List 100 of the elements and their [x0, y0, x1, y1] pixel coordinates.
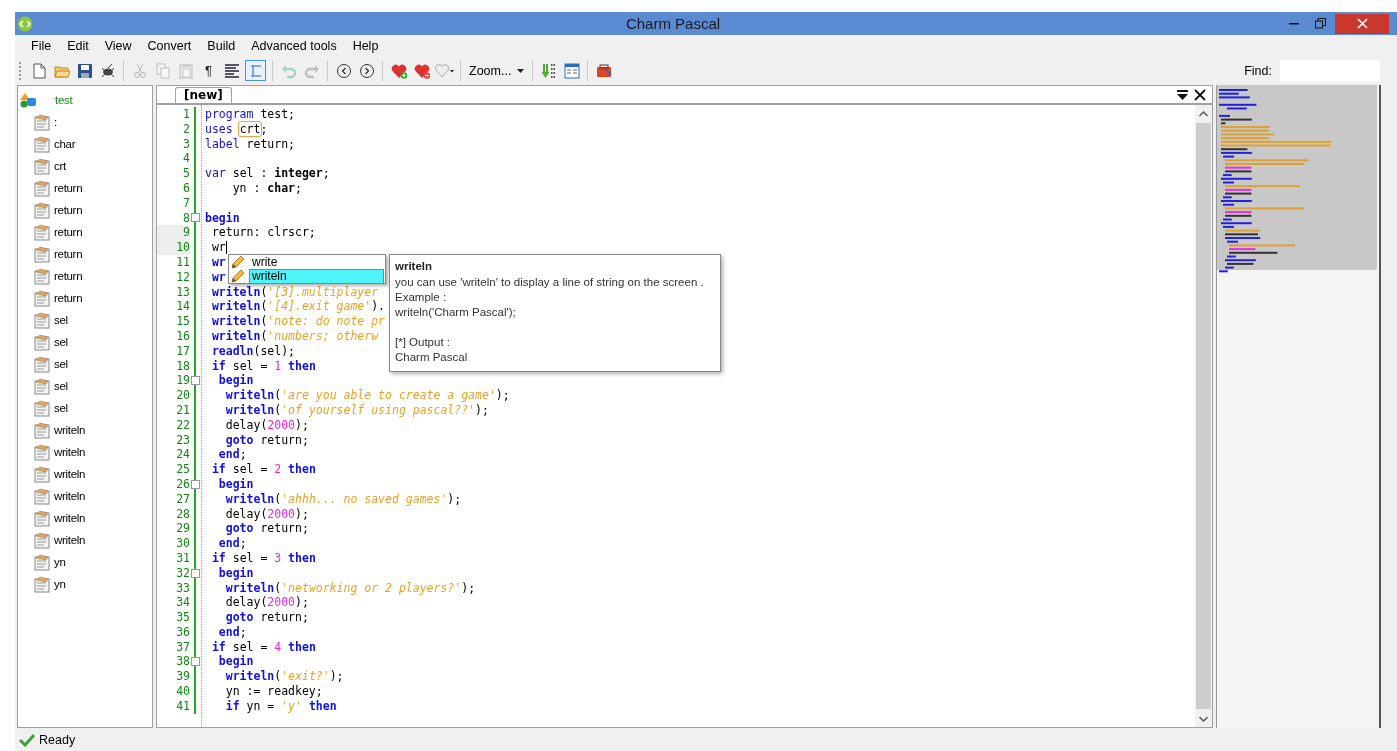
scissors-icon — [131, 62, 148, 79]
line-number: 24 — [175, 447, 190, 463]
menu-item[interactable]: Edit — [59, 37, 97, 55]
outline-item[interactable]: crt — [54, 160, 66, 172]
code-line: goto return; — [224, 521, 309, 537]
line-number: 6 — [182, 181, 190, 196]
code-line: end; — [217, 536, 247, 551]
fold-toggle-icon[interactable] — [191, 213, 200, 223]
outline-item[interactable]: return — [54, 248, 83, 260]
autocomplete-item[interactable]: write — [230, 255, 384, 269]
code-line: writeln('note: do note pr — [210, 314, 386, 329]
fold-toggle-icon[interactable] — [191, 479, 200, 489]
line-number: 9 — [157, 225, 190, 241]
line-number: 17 — [175, 343, 190, 359]
menu-item[interactable]: Build — [199, 37, 244, 55]
line-number: 41 — [175, 698, 190, 714]
code-line: wr — [210, 240, 227, 255]
code-line: writeln('exit?'); — [224, 669, 344, 685]
outline-item[interactable]: sel — [54, 358, 68, 370]
line-number: 13 — [175, 284, 190, 300]
code-line: goto return; — [224, 432, 309, 448]
fold-toggle-icon[interactable] — [191, 376, 200, 386]
code-line: end; — [217, 447, 247, 463]
menu-item[interactable]: File — [23, 37, 60, 55]
line-number: 25 — [175, 462, 190, 477]
window-icon — [563, 62, 580, 79]
tab-list-icon — [1177, 89, 1188, 100]
heart-minus-icon — [413, 62, 430, 79]
scrollbar[interactable] — [1195, 105, 1212, 727]
outline-item[interactable]: : — [54, 116, 57, 128]
outline-item[interactable]: writeln — [54, 424, 86, 436]
outline-item[interactable]: return — [54, 182, 83, 194]
align-lines-icon — [223, 62, 240, 79]
line-number: 26 — [175, 476, 190, 492]
tooltip-text: Charm Pascal — [395, 350, 469, 365]
line-number: 16 — [175, 328, 190, 344]
heart-icon — [434, 62, 455, 79]
line-number: 29 — [175, 521, 190, 537]
outline-item[interactable]: sel — [54, 402, 68, 414]
notepad-icon — [34, 377, 50, 395]
menu-item[interactable]: View — [96, 37, 140, 55]
menu-item[interactable]: Advanced tools — [243, 37, 345, 55]
code-line: delay(2000); — [224, 417, 309, 433]
zoom-dropdown[interactable]: Zoom... — [465, 59, 529, 82]
notepad-icon — [34, 267, 50, 285]
outline-item[interactable]: sel — [54, 336, 68, 348]
notepad-icon — [34, 201, 50, 219]
editor-tab[interactable]: [new] — [175, 87, 232, 103]
notepad-icon — [34, 575, 50, 593]
notepad-icon — [34, 223, 50, 241]
menu-item[interactable]: Help — [344, 37, 387, 55]
outline-item[interactable]: yn — [54, 578, 66, 590]
outline-item[interactable]: return — [54, 270, 83, 282]
new-file-icon — [30, 62, 47, 79]
outline-item[interactable]: return — [54, 292, 83, 304]
menu-item[interactable]: Convert — [139, 37, 200, 55]
outline-item[interactable]: sel — [54, 380, 68, 392]
line-number: 39 — [175, 669, 190, 685]
notepad-icon — [34, 399, 50, 417]
outline-item[interactable]: writeln — [54, 512, 86, 524]
outline-item[interactable]: writeln — [54, 534, 86, 546]
close-icon — [1194, 88, 1206, 101]
back-icon — [335, 62, 352, 79]
code-line: program test; — [204, 107, 295, 122]
line-number: 10 — [157, 240, 190, 255]
notepad-icon — [34, 157, 50, 175]
scrollbar-thumb[interactable] — [1196, 123, 1211, 709]
notepad-icon — [34, 509, 50, 527]
fold-toggle-icon[interactable] — [191, 568, 200, 578]
line-number: 15 — [175, 314, 190, 329]
outline-item[interactable]: writeln — [54, 468, 86, 480]
line-number: 4 — [182, 151, 190, 167]
close-button[interactable] — [1335, 13, 1389, 34]
notepad-icon — [34, 333, 50, 351]
outline-item[interactable]: test — [55, 94, 73, 106]
code-line: begin — [204, 210, 240, 226]
outline-item[interactable]: sel — [54, 314, 68, 326]
formatting-marks-button[interactable]: ¶ — [197, 59, 220, 82]
fold-toggle-icon[interactable] — [191, 657, 200, 667]
chevron-down-icon — [1199, 715, 1208, 722]
line-number: 1 — [182, 107, 190, 122]
outline-item[interactable]: return — [54, 226, 83, 238]
notepad-icon — [34, 355, 50, 373]
redo-icon — [303, 62, 320, 79]
line-number: 30 — [175, 536, 190, 551]
notepad-icon — [34, 531, 50, 549]
toolbox-icon — [595, 62, 612, 79]
code-line: yn : char; — [231, 181, 302, 196]
status-text: Ready — [39, 733, 76, 747]
outline-item[interactable]: return — [54, 204, 83, 216]
pencil-icon — [230, 269, 246, 283]
line-number: 18 — [175, 358, 190, 374]
outline-item[interactable]: yn — [54, 556, 66, 568]
notepad-icon — [34, 465, 50, 483]
outline-item[interactable]: writeln — [54, 446, 86, 458]
line-number: 38 — [175, 654, 190, 670]
region-button[interactable] — [245, 60, 266, 81]
outline-item[interactable]: writeln — [54, 490, 86, 502]
outline-item[interactable]: char — [54, 138, 76, 150]
minimize-icon — [1289, 22, 1299, 25]
